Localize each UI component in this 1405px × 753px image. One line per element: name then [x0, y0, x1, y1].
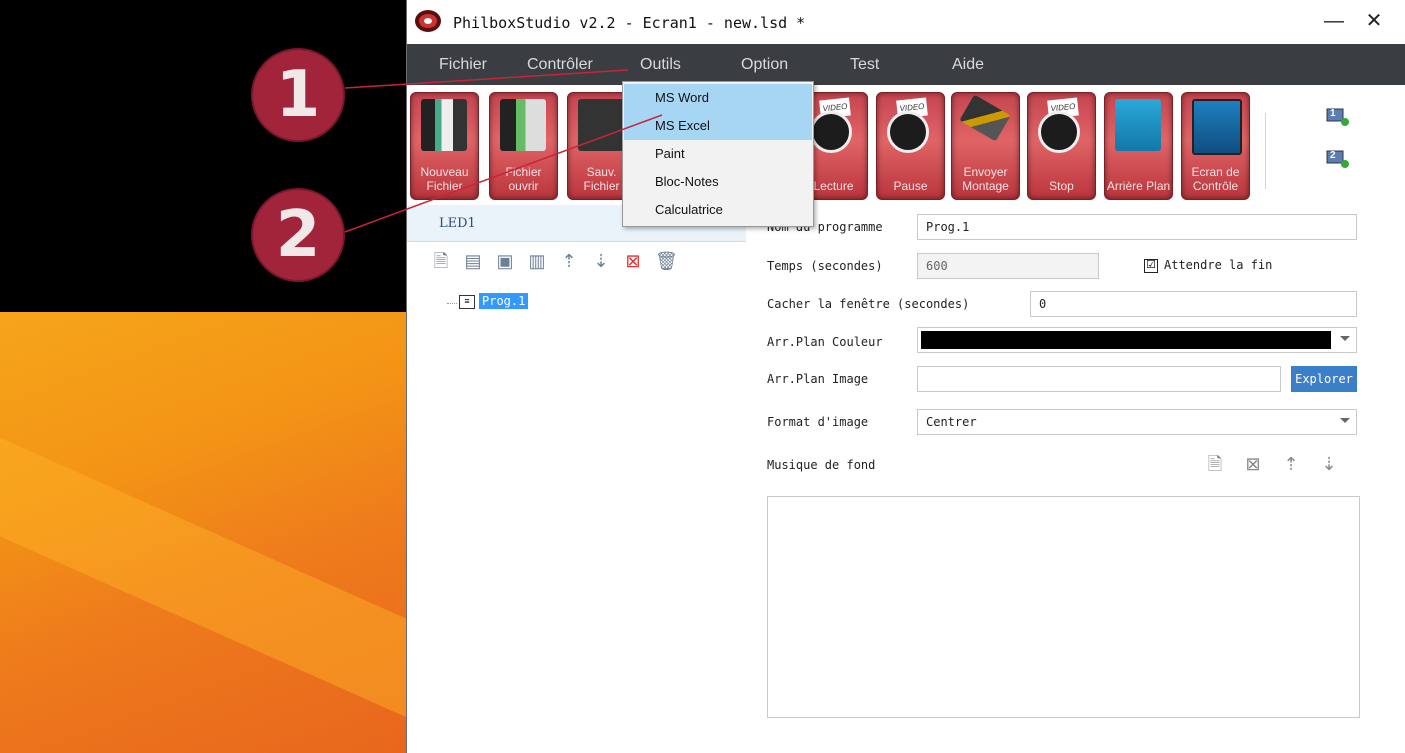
- callout-line-2: [344, 114, 663, 233]
- callout-2-number: 2: [275, 198, 321, 272]
- callout-line-1: [344, 69, 629, 89]
- callout-1: 1: [253, 50, 343, 140]
- callout-2: 2: [253, 190, 343, 280]
- callout-lines: [344, 69, 663, 233]
- callout-1-number: 1: [275, 58, 321, 132]
